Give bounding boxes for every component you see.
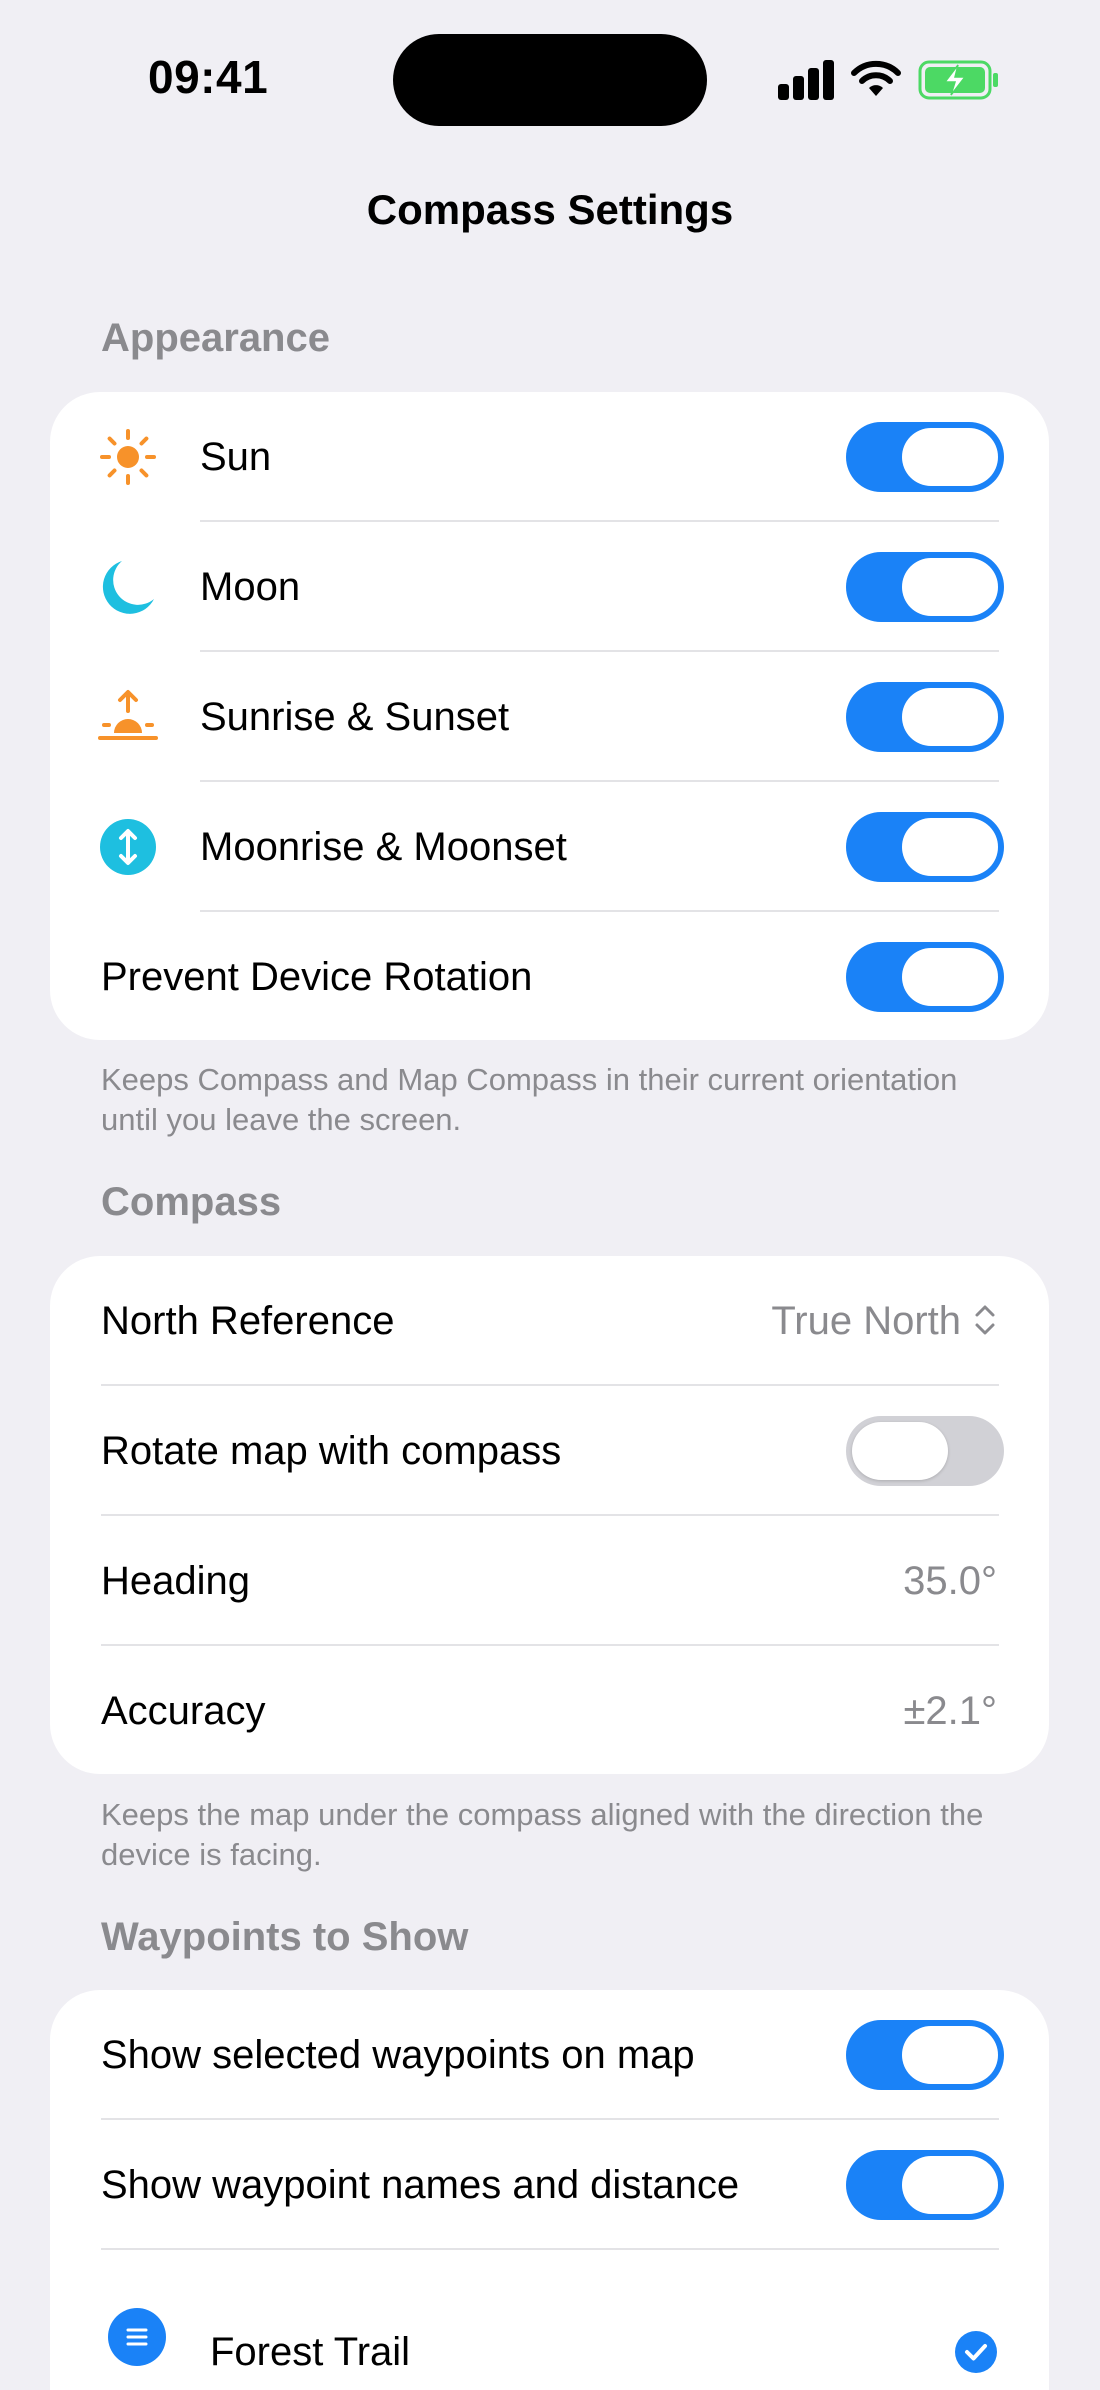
sun-label: Sun xyxy=(200,435,272,479)
waypoint-list-icon xyxy=(108,2308,166,2366)
accuracy-value: ±2.1° xyxy=(903,1689,997,1733)
page-title: Compass Settings xyxy=(366,186,734,233)
row-sunrise-sunset[interactable]: Sunrise & Sunset xyxy=(50,652,1049,782)
section-header-waypoints: Waypoints to Show xyxy=(101,1915,469,1959)
sunrise-sunset-toggle[interactable] xyxy=(846,682,1004,752)
show-waypoint-names-toggle[interactable] xyxy=(846,2150,1004,2220)
dynamic-island xyxy=(393,34,707,126)
show-selected-waypoints-toggle[interactable] xyxy=(846,2020,1004,2090)
moon-toggle[interactable] xyxy=(846,552,1004,622)
show-selected-waypoints-label: Show selected waypoints on map xyxy=(101,2033,695,2077)
cellular-signal-icon xyxy=(778,58,836,100)
appearance-card: Sun Moon Sunrise & Sunset Moonrise & Moo… xyxy=(50,392,1049,1040)
waypoints-card: Show selected waypoints on map Show wayp… xyxy=(50,1990,1049,2390)
section-header-compass: Compass xyxy=(101,1180,282,1224)
north-reference-value: True North xyxy=(771,1299,961,1343)
compass-card: North Reference True North Rotate map wi… xyxy=(50,1256,1049,1774)
chevron-updown-icon xyxy=(975,1305,995,1335)
sunrise-sunset-label: Sunrise & Sunset xyxy=(200,695,510,739)
row-moonrise-moonset[interactable]: Moonrise & Moonset xyxy=(50,782,1049,912)
accuracy-label: Accuracy xyxy=(101,1689,266,1733)
settings-screen: 09:41 Compass Settings Appearance Sun Mo… xyxy=(0,0,1100,2390)
row-sun[interactable]: Sun xyxy=(50,392,1049,522)
row-moon[interactable]: Moon xyxy=(50,522,1049,652)
rotate-map-toggle[interactable] xyxy=(846,1416,1004,1486)
row-heading: Heading 35.0° xyxy=(50,1516,1049,1646)
wifi-icon xyxy=(851,60,901,96)
row-north-reference[interactable]: North Reference True North xyxy=(50,1256,1049,1386)
moon-label: Moon xyxy=(200,565,301,609)
north-reference-label: North Reference xyxy=(101,1299,395,1343)
moonrise-moonset-toggle[interactable] xyxy=(846,812,1004,882)
sun-toggle[interactable] xyxy=(846,422,1004,492)
moon-icon xyxy=(102,561,154,614)
heading-label: Heading xyxy=(101,1559,251,1603)
sun-icon xyxy=(100,429,156,485)
appearance-footer: Keeps Compass and Map Compass in their c… xyxy=(101,1062,958,1137)
status-time: 09:41 xyxy=(148,51,269,103)
waypoint-item-forest-trail[interactable]: Forest Trail xyxy=(50,2250,1049,2390)
battery-charging-icon xyxy=(918,60,998,100)
rotate-map-label: Rotate map with compass xyxy=(101,1429,562,1473)
row-prevent-rotation[interactable]: Prevent Device Rotation xyxy=(50,912,1049,1040)
compass-footer: Keeps the map under the compass aligned … xyxy=(101,1797,984,1872)
sunrise-icon xyxy=(98,690,158,740)
waypoint-name: Forest Trail xyxy=(210,2330,411,2374)
section-header-appearance: Appearance xyxy=(101,316,330,360)
show-waypoint-names-label: Show waypoint names and distance xyxy=(101,2163,740,2207)
north-reference-select[interactable]: True North xyxy=(771,1256,997,1386)
row-rotate-map[interactable]: Rotate map with compass xyxy=(50,1386,1049,1516)
prevent-rotation-toggle[interactable] xyxy=(846,942,1004,1012)
row-show-waypoint-names[interactable]: Show waypoint names and distance xyxy=(50,2120,1049,2250)
row-show-selected-waypoints[interactable]: Show selected waypoints on map xyxy=(50,1990,1049,2120)
moonrise-icon xyxy=(100,819,156,875)
prevent-rotation-label: Prevent Device Rotation xyxy=(101,955,533,999)
checkmark-icon xyxy=(955,2331,997,2373)
heading-value: 35.0° xyxy=(903,1559,997,1603)
moonrise-moonset-label: Moonrise & Moonset xyxy=(200,825,567,869)
row-accuracy: Accuracy ±2.1° xyxy=(50,1646,1049,1774)
